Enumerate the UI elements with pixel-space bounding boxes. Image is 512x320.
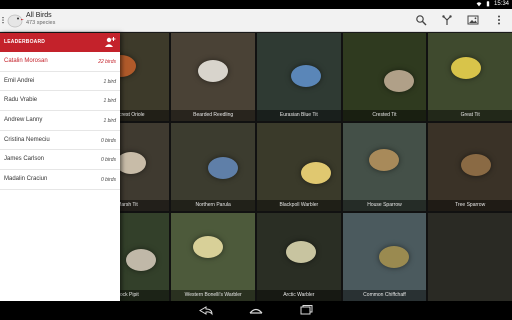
bird-caption: Tree Sparrow xyxy=(428,200,512,211)
app-title: All Birds xyxy=(26,12,52,19)
leaderboard-row[interactable]: Emil Andrei 1 bird xyxy=(0,72,120,92)
status-right: 15:34 xyxy=(476,1,509,7)
bird-photo xyxy=(368,149,399,171)
bird-caption: Blackpoll Warbler xyxy=(256,200,341,211)
overflow-menu-icon[interactable] xyxy=(492,13,506,27)
back-icon[interactable] xyxy=(197,304,215,317)
leaderboard-row[interactable]: Radu Vrabie 1 bird xyxy=(0,91,120,112)
bird-caption: Western Bonelli's Warbler xyxy=(171,290,255,301)
player-name: Cristina Nemeciu xyxy=(4,136,50,143)
bird-tile[interactable]: Arctic Warbler xyxy=(256,213,341,301)
bird-tile[interactable]: Tree Sparrow xyxy=(428,123,512,211)
status-time: 15:34 xyxy=(493,1,509,7)
bird-photo xyxy=(461,154,492,176)
player-score: 0 birds xyxy=(100,137,116,144)
bird-photo xyxy=(193,236,224,258)
home-icon[interactable] xyxy=(247,304,265,317)
player-score: 1 bird xyxy=(103,78,116,85)
bird-photo xyxy=(198,60,229,82)
player-name: Catalin Morosan xyxy=(4,58,48,64)
bird-caption: Northern Parula xyxy=(171,200,255,211)
bird-tile[interactable]: Blackpoll Warbler xyxy=(256,123,341,211)
bird-photo xyxy=(125,249,156,271)
bird-caption: House Sparrow xyxy=(342,200,427,211)
bird-photo xyxy=(300,162,331,184)
leaderboard-row[interactable]: James Carlson 0 birds xyxy=(0,150,120,171)
leaderboard-row[interactable]: Andrew Lanny 1 bird xyxy=(0,111,120,131)
bird-tile[interactable]: Crested Tit xyxy=(342,33,427,121)
app-logo-icon[interactable] xyxy=(2,11,24,29)
leaderboard-header: LEADERBOARD xyxy=(0,33,120,52)
recent-apps-icon[interactable] xyxy=(297,304,315,317)
bird-photo xyxy=(451,57,482,79)
bird-photo xyxy=(285,241,316,263)
bird-photo xyxy=(290,65,321,87)
player-name: Andrew Lanny xyxy=(4,117,43,124)
search-icon[interactable] xyxy=(414,13,428,27)
bird-photo xyxy=(383,70,414,92)
bird-tile[interactable]: Bearded Reedling xyxy=(171,33,255,121)
player-score: 1 bird xyxy=(103,98,116,105)
bird-caption: Common Chiffchaff xyxy=(342,290,427,301)
action-icons xyxy=(414,13,506,27)
bird-tile[interactable]: Common Chiffchaff xyxy=(342,213,427,301)
image-gallery-icon[interactable] xyxy=(466,13,480,27)
player-score: 0 birds xyxy=(100,157,116,164)
bird-tile[interactable]: Great Tit xyxy=(428,33,512,121)
player-name: Emil Andrei xyxy=(4,77,35,84)
add-person-icon[interactable] xyxy=(104,36,116,48)
bird-photo xyxy=(378,246,409,268)
leaderboard-list: Catalin Morosan 22 birds Emil Andrei 1 bird… xyxy=(0,52,120,190)
leaderboard-row[interactable]: Cristina Nemeciu 0 birds xyxy=(0,131,120,151)
tree-icon[interactable] xyxy=(440,13,454,27)
bird-caption: Bearded Reedling xyxy=(171,110,255,121)
app-screen: 15:34 All Birds 473 species Firecrest Or… xyxy=(0,0,512,320)
app-subtitle: 473 species xyxy=(26,20,56,26)
wifi-icon xyxy=(476,1,482,7)
player-name: James Carlson xyxy=(4,156,45,163)
bird-caption: Great Tit xyxy=(428,110,512,121)
bird-caption: Arctic Warbler xyxy=(256,290,341,301)
bird-tile[interactable]: Northern Parula xyxy=(171,123,255,211)
bird-photo xyxy=(115,152,146,174)
bird-tile[interactable]: Western Bonelli's Warbler xyxy=(171,213,255,301)
player-name: Madalin Craciun xyxy=(4,176,48,183)
bird-photo xyxy=(208,157,239,179)
bird-tile[interactable] xyxy=(428,213,512,301)
bird-tile[interactable]: Eurasian Blue Tit xyxy=(256,33,341,121)
leaderboard-drawer: LEADERBOARD Catalin Morosan 22 birds Emil … xyxy=(0,33,120,301)
battery-icon xyxy=(485,1,491,7)
player-score: 1 bird xyxy=(103,118,116,125)
bird-caption: Crested Tit xyxy=(342,110,427,121)
bird-tile[interactable]: House Sparrow xyxy=(342,123,427,211)
player-score: 22 birds xyxy=(98,59,116,65)
leaderboard-title: LEADERBOARD xyxy=(4,39,46,45)
navigation-bar xyxy=(0,301,512,320)
title-block: All Birds 473 species xyxy=(26,12,55,27)
action-bar: All Birds 473 species xyxy=(0,9,512,32)
bird-caption: Eurasian Blue Tit xyxy=(256,110,341,121)
player-name: Radu Vrabie xyxy=(4,97,38,104)
leaderboard-row[interactable]: Madalin Craciun 0 birds xyxy=(0,170,120,190)
player-score: 0 birds xyxy=(100,177,116,184)
leaderboard-row[interactable]: Catalin Morosan 22 birds xyxy=(0,52,120,72)
status-bar: 15:34 xyxy=(0,0,512,9)
